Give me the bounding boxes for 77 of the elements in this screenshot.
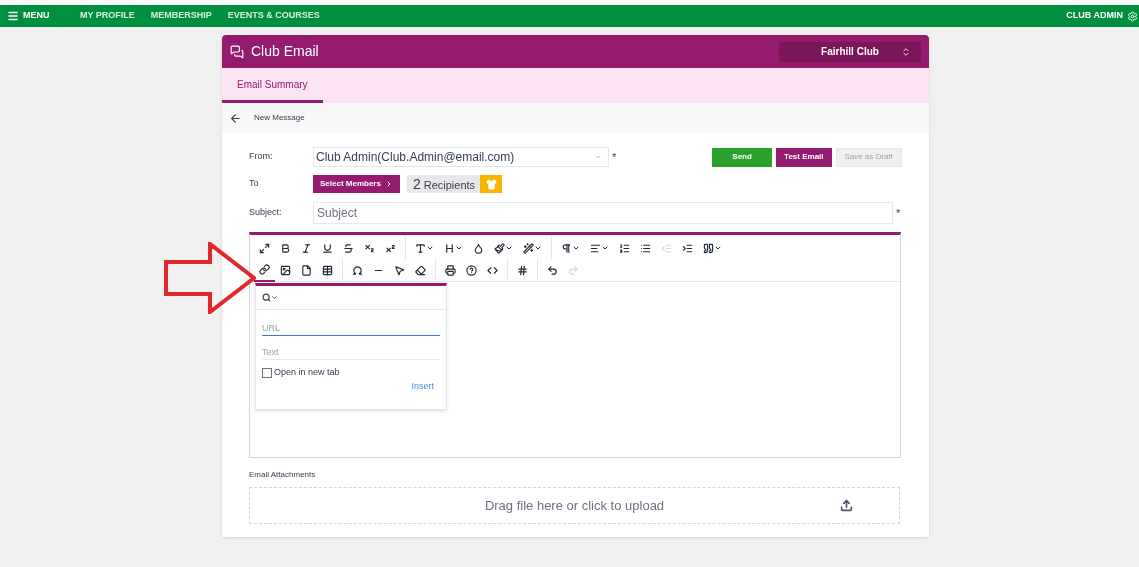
nav-link[interactable]: MY PROFILE: [80, 9, 135, 23]
underline-icon: [322, 242, 333, 254]
search-icon: [262, 293, 271, 302]
pointer-icon: [394, 264, 405, 276]
user-menu-button[interactable]: CLUB ADMIN: [1066, 9, 1138, 23]
paragraph-icon: [561, 242, 572, 254]
checkbox[interactable]: [262, 367, 272, 378]
nav-link[interactable]: EVENTS & COURSES: [227, 9, 320, 23]
quote-icon: [703, 242, 714, 254]
text-field[interactable]: Text: [262, 344, 440, 360]
back-arrow-icon[interactable]: [229, 111, 242, 125]
caret-icon: [594, 153, 602, 161]
outdent-icon: [661, 242, 672, 254]
bold-icon: [280, 242, 291, 254]
caret-icon: [505, 244, 513, 252]
strikethrough-icon: [343, 242, 354, 254]
caret-icon: [455, 244, 463, 252]
search-dropdown[interactable]: [262, 293, 278, 302]
insert-button[interactable]: Insert: [411, 379, 434, 393]
omega-icon: [352, 264, 363, 276]
subscript-icon: [364, 242, 375, 254]
caret-icon: [601, 244, 609, 252]
subject-field[interactable]: Subject: [313, 202, 893, 224]
text-size-icon: [444, 242, 455, 254]
link-icon: [259, 263, 270, 275]
recipients-label: Recipients: [423, 177, 476, 193]
code-icon: [487, 264, 498, 276]
nav-link[interactable]: MEMBERSHIP: [150, 9, 212, 23]
url-field[interactable]: URL: [262, 320, 440, 336]
undo-icon: [547, 264, 558, 276]
chat-icon: [230, 44, 244, 59]
required-mark: *: [612, 149, 617, 165]
indent-icon: [682, 242, 693, 254]
help-icon: [466, 264, 477, 276]
superscript-icon: [385, 242, 396, 254]
required-mark: *: [896, 205, 901, 221]
action-button[interactable]: Test Email: [776, 147, 832, 167]
image-icon: [280, 264, 291, 276]
to-label: To: [249, 177, 260, 191]
card-title: Club Email: [251, 42, 319, 61]
caret-icon: [572, 244, 580, 252]
from-select[interactable]: Club Admin(Club.Admin@email.com): [313, 147, 609, 167]
wand-icon: [523, 242, 534, 254]
redo-icon: [568, 264, 579, 276]
expand-icon: [259, 242, 270, 254]
caret-icon: [271, 294, 278, 301]
club-select[interactable]: Fairhill Club: [779, 41, 921, 62]
recipients-count: 2: [412, 174, 421, 194]
subject-label: Subject:: [249, 206, 283, 220]
caret-icon: [426, 244, 434, 252]
hash-icon: [517, 264, 528, 276]
italic-icon: [301, 242, 312, 254]
caret-icon: [534, 244, 542, 252]
menu-icon: [7, 10, 19, 22]
breadcrumb-text: New Message: [254, 112, 305, 124]
settings-icon: [1127, 10, 1138, 22]
menu-button[interactable]: MENU: [7, 9, 80, 23]
print-icon: [445, 264, 456, 276]
eraser-icon: [415, 264, 426, 276]
shirt-icon: [485, 178, 497, 190]
from-label: From:: [249, 150, 274, 164]
droplet-icon: [473, 242, 484, 254]
attachments-label: Email Attachments: [249, 469, 317, 481]
brush-icon: [494, 242, 505, 254]
align-icon: [590, 242, 601, 254]
upload-dropzone[interactable]: Drag file here or click to upload: [249, 487, 900, 524]
bullet-list-icon: [640, 242, 651, 254]
table-icon: [322, 264, 333, 276]
sort-icon: [901, 46, 911, 57]
ordered-list-icon: [619, 242, 630, 254]
font-icon: [415, 242, 426, 254]
upload-icon: [840, 499, 853, 512]
file-icon: [301, 264, 312, 276]
action-button[interactable]: Send: [712, 147, 773, 167]
caret-icon: [714, 244, 722, 252]
checkbox-label: Open in new tab: [274, 366, 340, 379]
select-members-button[interactable]: Select Members: [313, 175, 400, 193]
